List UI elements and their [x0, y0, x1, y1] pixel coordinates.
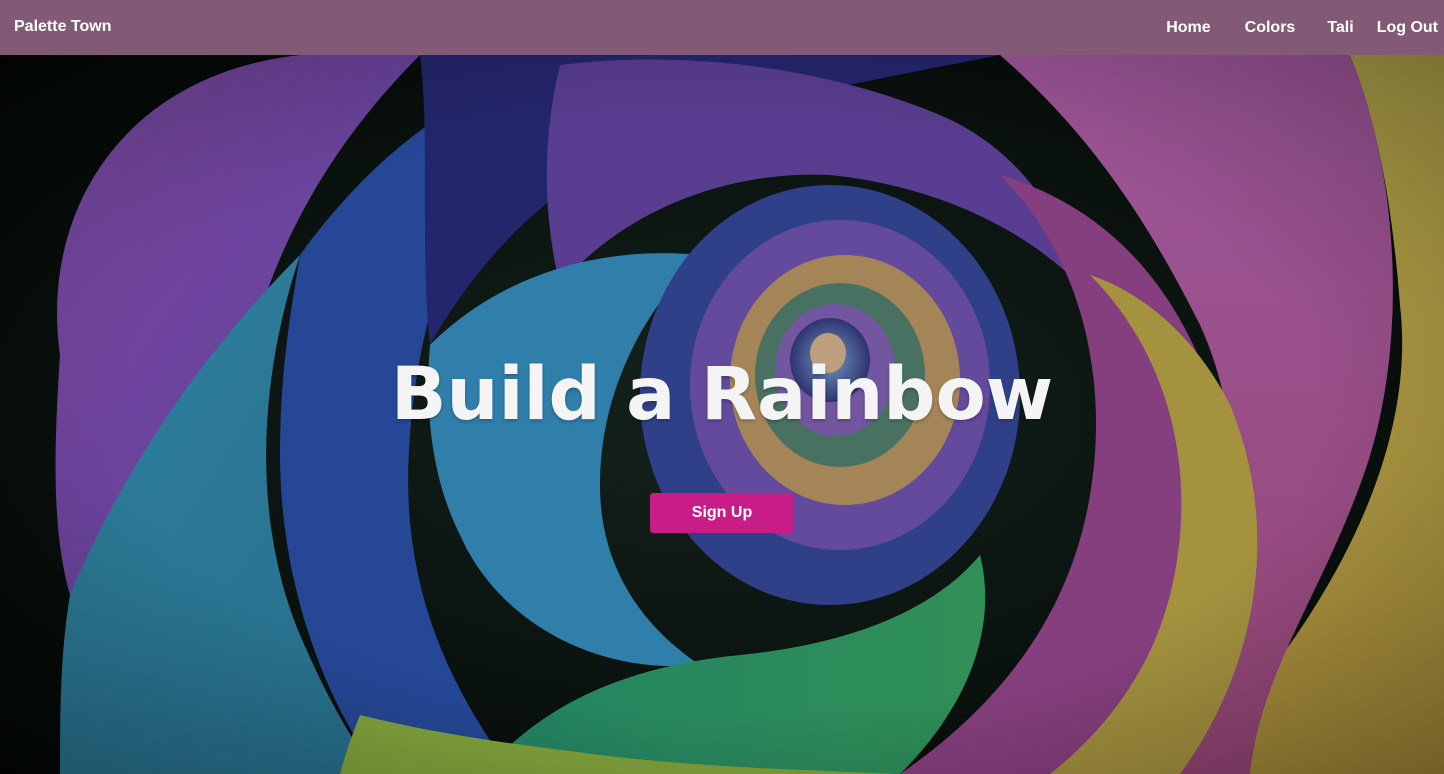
brand-link[interactable]: Palette Town	[14, 0, 112, 55]
page: Palette Town Home Colors Tali Log Out Bu…	[0, 0, 1444, 774]
hero-title: Build a Rainbow	[390, 352, 1054, 437]
nav-user-link[interactable]: Tali	[1327, 1, 1353, 54]
hero-section: Build a Rainbow	[0, 55, 1444, 774]
nav-links: Home Colors Tali Log Out	[1166, 0, 1438, 55]
nav-colors-link[interactable]: Colors	[1245, 1, 1296, 54]
nav-logout-link[interactable]: Log Out	[1377, 1, 1438, 54]
sign-up-button[interactable]: Sign Up	[650, 493, 794, 533]
nav-home-link[interactable]: Home	[1166, 1, 1210, 54]
top-navbar: Palette Town Home Colors Tali Log Out	[0, 0, 1444, 55]
